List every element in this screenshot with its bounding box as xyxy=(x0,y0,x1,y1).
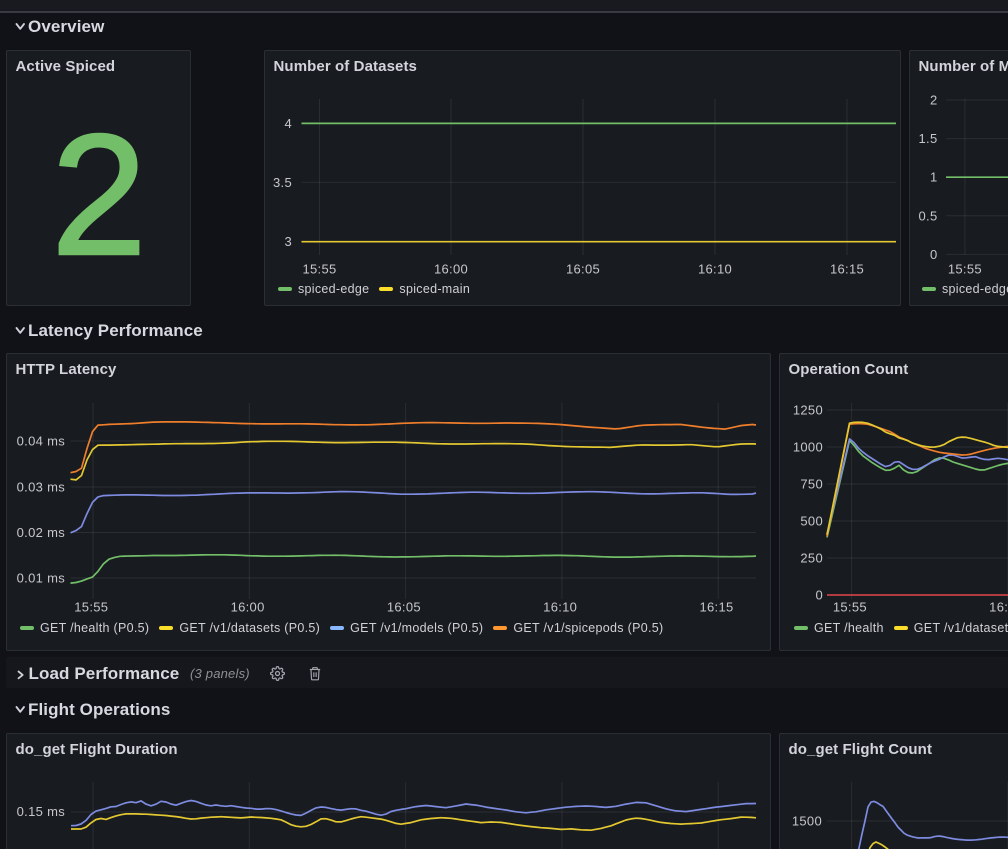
svg-text:16:15: 16:15 xyxy=(830,262,864,277)
svg-text:16:00: 16:00 xyxy=(434,262,468,277)
svg-text:0: 0 xyxy=(815,588,823,603)
svg-text:16:15: 16:15 xyxy=(699,600,733,615)
svg-text:0.04 ms: 0.04 ms xyxy=(17,434,66,449)
svg-text:1000: 1000 xyxy=(793,440,823,455)
svg-text:500: 500 xyxy=(800,514,823,529)
svg-text:16:10: 16:10 xyxy=(543,600,577,615)
svg-text:15:55: 15:55 xyxy=(74,600,108,615)
svg-text:1250: 1250 xyxy=(793,403,823,418)
svg-text:4: 4 xyxy=(284,116,292,131)
svg-text:250: 250 xyxy=(800,551,823,566)
svg-text:0: 0 xyxy=(930,247,938,262)
svg-text:2: 2 xyxy=(930,93,938,108)
svg-text:0.5: 0.5 xyxy=(919,208,938,223)
svg-text:0.15 ms: 0.15 ms xyxy=(17,804,66,819)
svg-text:0.02 ms: 0.02 ms xyxy=(17,525,66,540)
svg-text:15:55: 15:55 xyxy=(302,262,336,277)
svg-text:3: 3 xyxy=(284,234,292,249)
svg-text:1500: 1500 xyxy=(792,814,822,829)
svg-text:750: 750 xyxy=(800,477,823,492)
svg-text:16:05: 16:05 xyxy=(387,600,421,615)
svg-text:0.03 ms: 0.03 ms xyxy=(17,480,66,495)
svg-text:3.5: 3.5 xyxy=(273,175,292,190)
svg-text:15:55: 15:55 xyxy=(833,600,867,615)
svg-text:0.01 ms: 0.01 ms xyxy=(17,571,66,586)
svg-text:1.5: 1.5 xyxy=(919,131,938,146)
svg-text:16:00: 16:00 xyxy=(989,600,1008,615)
svg-text:16:10: 16:10 xyxy=(698,262,732,277)
svg-text:16:00: 16:00 xyxy=(231,600,265,615)
svg-text:1: 1 xyxy=(930,170,938,185)
svg-text:15:55: 15:55 xyxy=(948,262,982,277)
svg-text:16:05: 16:05 xyxy=(566,262,600,277)
